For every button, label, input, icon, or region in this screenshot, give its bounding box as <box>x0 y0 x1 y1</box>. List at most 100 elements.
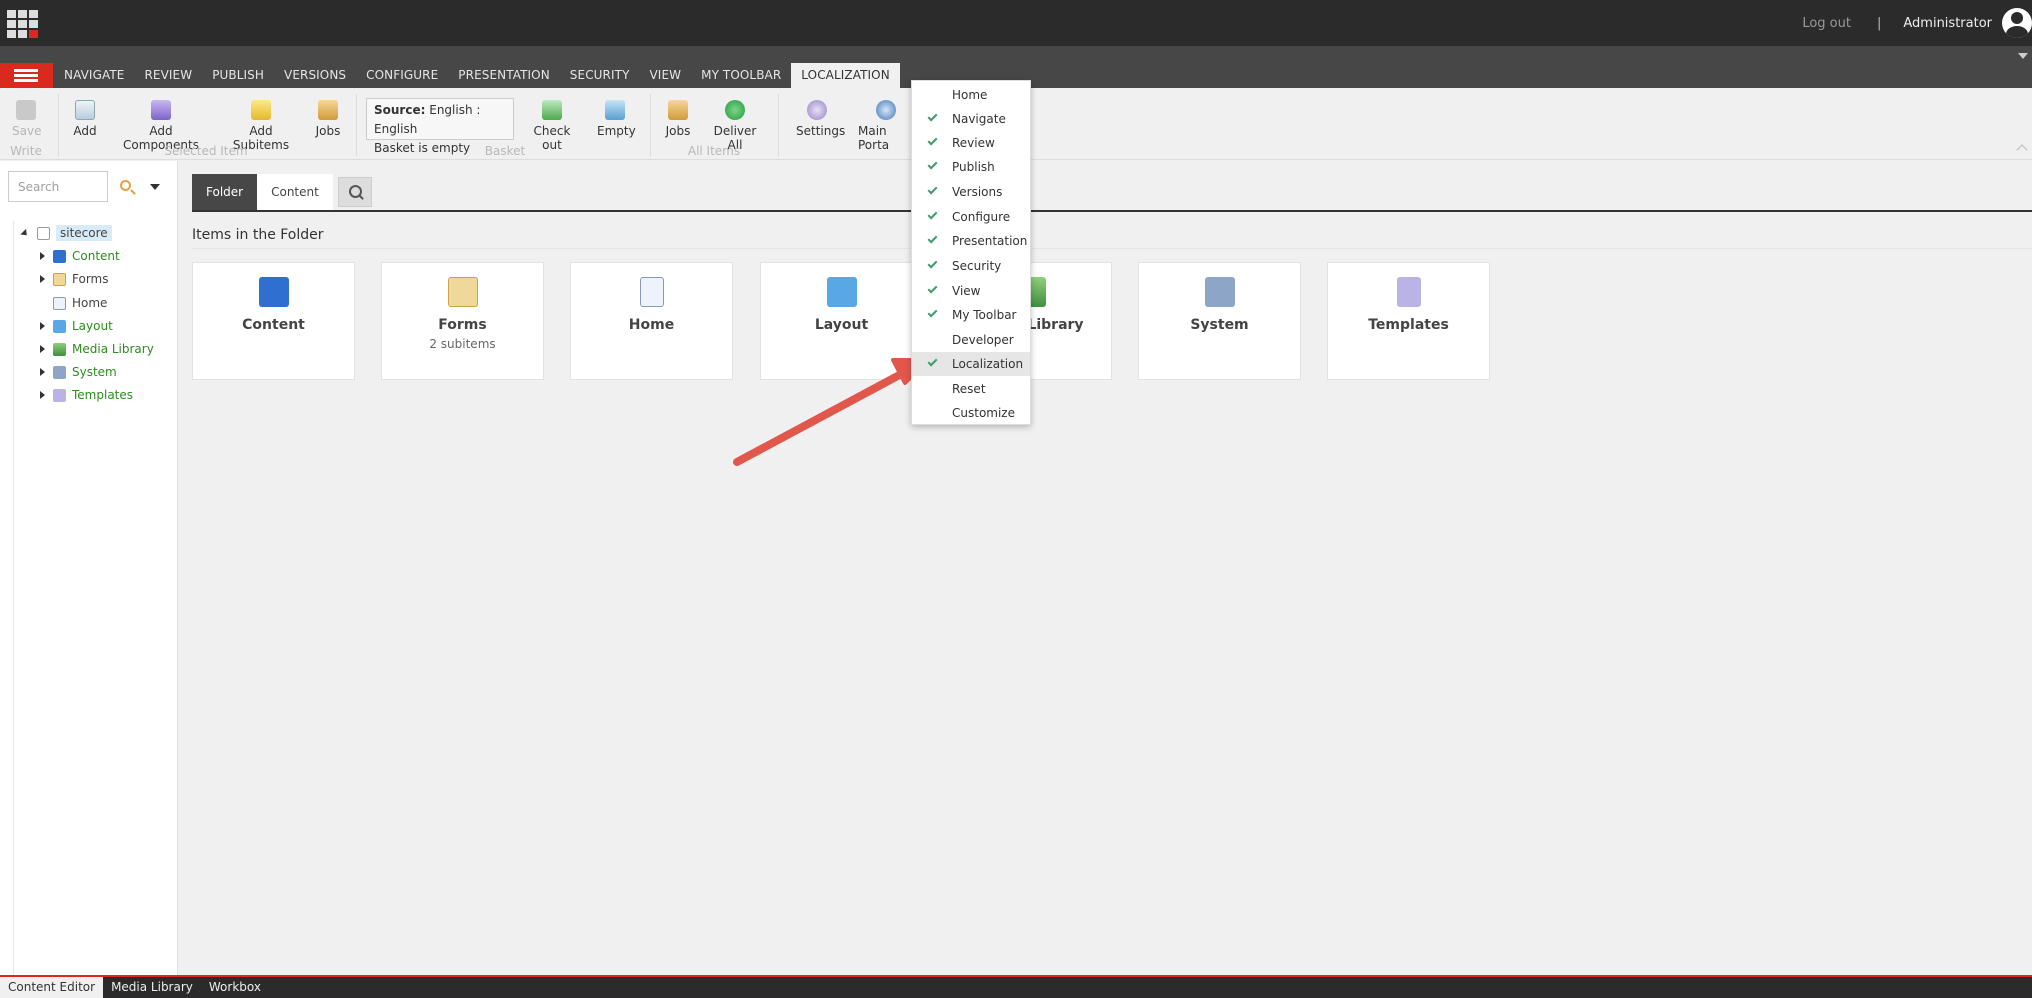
menu-item-security[interactable]: Security <box>912 254 1030 278</box>
tab-media-library[interactable]: Media Library <box>103 977 201 998</box>
check-icon <box>927 209 938 220</box>
menu-item-presentation[interactable]: Presentation <box>912 229 1030 253</box>
save-icon <box>16 100 36 120</box>
check-icon <box>927 184 938 195</box>
tree-node-sitecore[interactable]: sitecore <box>20 224 112 242</box>
expand-arrow-icon[interactable] <box>40 275 45 283</box>
menu-item-review[interactable]: Review <box>912 131 1030 155</box>
tree-node-templates[interactable]: Templates <box>40 386 133 404</box>
expand-arrow-icon[interactable] <box>40 252 45 260</box>
menu-item-my-toolbar[interactable]: My Toolbar <box>912 303 1030 327</box>
template-icon <box>1396 277 1421 307</box>
template-icon <box>53 388 66 402</box>
page-icon <box>53 296 66 310</box>
check-icon <box>927 283 938 294</box>
menu-item-customize[interactable]: Customize <box>912 401 1030 425</box>
layout-icon <box>53 319 66 333</box>
menu-item-reset[interactable]: Reset <box>912 377 1030 401</box>
search-options-dropdown-icon[interactable] <box>150 184 160 190</box>
group-label-basket: Basket <box>484 144 526 158</box>
menu-item-navigate[interactable]: Navigate <box>912 107 1030 131</box>
expand-arrow-icon[interactable] <box>40 391 45 399</box>
group-label-all-items: All Items <box>687 144 741 158</box>
top-bar: Log out | Administrator <box>0 0 2032 46</box>
tab-versions[interactable]: VERSIONS <box>274 63 356 88</box>
separator: | <box>1876 15 1882 31</box>
expand-arrow-icon[interactable] <box>20 228 30 238</box>
menu-item-configure[interactable]: Configure <box>912 205 1030 229</box>
expand-arrow-icon[interactable] <box>40 322 45 330</box>
folder-add-icon <box>251 100 271 120</box>
tree-node-home[interactable]: Home <box>53 294 107 312</box>
expand-arrow-icon[interactable] <box>40 345 45 353</box>
main-portal-button[interactable]: Main Porta <box>858 100 914 152</box>
tab-workbox[interactable]: Workbox <box>201 977 269 998</box>
tree-node-layout[interactable]: Layout <box>40 317 113 335</box>
tab-review[interactable]: REVIEW <box>134 63 202 88</box>
item-card-home[interactable]: Home <box>570 262 733 380</box>
app-launcher-icon[interactable] <box>7 10 39 38</box>
tab-presentation[interactable]: PRESENTATION <box>448 63 560 88</box>
check-icon <box>927 258 938 269</box>
item-card-templates[interactable]: Templates <box>1327 262 1490 380</box>
item-card-system[interactable]: System <box>1138 262 1301 380</box>
item-card-layout[interactable]: Layout <box>760 262 923 380</box>
form-icon <box>447 277 478 307</box>
components-icon <box>151 100 171 120</box>
menu-item-publish[interactable]: Publish <box>912 155 1030 179</box>
group-label-write: Write <box>10 144 42 158</box>
image-icon <box>53 342 66 356</box>
basket-check-icon <box>542 100 562 120</box>
tab-view[interactable]: VIEW <box>640 63 692 88</box>
menu-item-localization[interactable]: Localization <box>912 352 1030 376</box>
tree-node-forms[interactable]: Forms <box>40 270 108 288</box>
logout-link[interactable]: Log out <box>1802 16 1851 31</box>
add-button[interactable]: Add <box>72 100 98 138</box>
settings-button[interactable]: Settings <box>796 100 845 138</box>
search-icon[interactable] <box>120 180 131 191</box>
clipboard-icon <box>318 100 338 120</box>
tab-folder[interactable]: Folder <box>192 174 258 210</box>
hamburger-menu-icon[interactable] <box>0 63 53 88</box>
all-jobs-button[interactable]: Jobs <box>665 100 691 138</box>
deliver-icon <box>725 100 745 120</box>
section-title: Items in the Folder <box>192 227 324 243</box>
tab-content[interactable]: Content <box>257 174 333 210</box>
collapse-ribbon-icon[interactable] <box>2016 144 2028 156</box>
search-icon[interactable] <box>337 177 372 207</box>
search-input[interactable] <box>8 171 108 202</box>
computer-icon <box>53 365 66 379</box>
tab-navigate[interactable]: NAVIGATE <box>54 63 134 88</box>
tree-node-system[interactable]: System <box>40 363 117 381</box>
tree-gutter <box>13 221 14 975</box>
menu-item-versions[interactable]: Versions <box>912 180 1030 204</box>
empty-button[interactable]: Empty <box>597 100 636 138</box>
expand-arrow-icon[interactable] <box>40 368 45 376</box>
tree-node-media-library[interactable]: Media Library <box>40 340 154 358</box>
tab-configure[interactable]: CONFIGURE <box>356 63 448 88</box>
cubes-icon <box>53 249 66 263</box>
check-icon <box>927 233 938 244</box>
chevron-down-icon[interactable] <box>2018 53 2028 59</box>
tab-my-toolbar[interactable]: MY TOOLBAR <box>691 63 791 88</box>
layout-icon <box>826 277 857 307</box>
save-button[interactable]: Save <box>12 100 41 138</box>
user-name[interactable]: Administrator <box>1903 16 1992 31</box>
menu-item-view[interactable]: View <box>912 279 1030 303</box>
ribbon-divider <box>58 94 59 156</box>
tab-localization[interactable]: LOCALIZATION <box>791 63 900 88</box>
ribbon-tabs: NAVIGATE REVIEW PUBLISH VERSIONS CONFIGU… <box>54 63 900 88</box>
tab-publish[interactable]: PUBLISH <box>202 63 274 88</box>
tab-security[interactable]: SECURITY <box>560 63 640 88</box>
item-card-forms[interactable]: Forms 2 subitems <box>381 262 544 380</box>
check-icon <box>927 111 938 122</box>
jobs-button[interactable]: Jobs <box>315 100 341 138</box>
menu-item-developer[interactable]: Developer <box>912 328 1030 352</box>
tree-node-content[interactable]: Content <box>40 247 120 265</box>
item-card-content[interactable]: Content <box>192 262 355 380</box>
tab-content-editor[interactable]: Content Editor <box>0 977 104 998</box>
avatar-icon[interactable] <box>2002 8 2032 38</box>
content-tree-panel: sitecore Content Forms Home Layout Media… <box>0 161 178 975</box>
cubes-icon <box>258 277 289 307</box>
menu-item-home[interactable]: Home <box>912 83 1030 107</box>
